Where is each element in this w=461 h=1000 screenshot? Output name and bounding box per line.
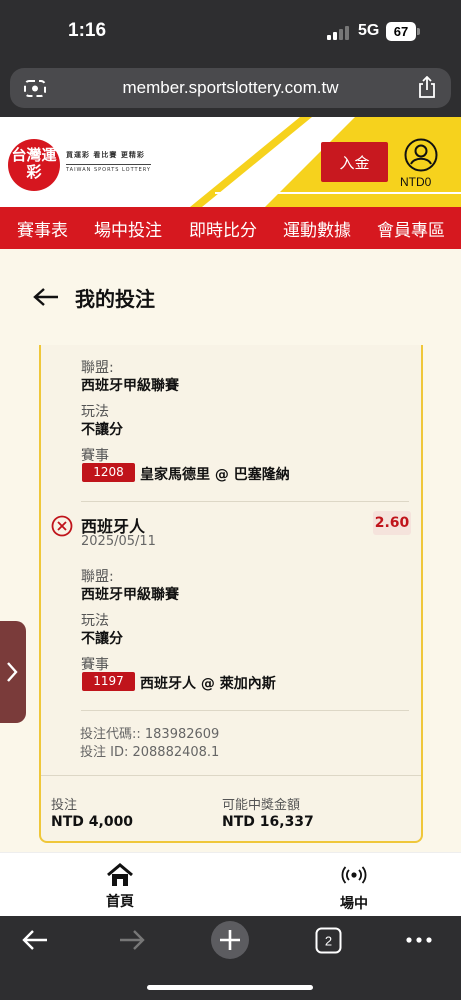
leg2-odds: 2.60 bbox=[373, 511, 411, 535]
leg2-date: 2025/05/11 bbox=[81, 534, 156, 549]
leg2-event: 西班牙人 @ 萊加內斯 bbox=[140, 676, 276, 692]
leg2-league: 西班牙甲級聯賽 bbox=[81, 587, 179, 603]
page-title: 我的投注 bbox=[75, 287, 155, 311]
leg1-market-label: 玩法 bbox=[81, 404, 109, 420]
bet-card: 聯盟: 西班牙甲級聯賽 玩法 不讓分 賽事 1208 皇家馬德里 @ 巴塞隆納 … bbox=[39, 345, 423, 843]
leg1-league: 西班牙甲級聯賽 bbox=[81, 378, 179, 394]
cellular-signal-icon bbox=[327, 26, 349, 40]
account-balance: NTD0 bbox=[400, 175, 432, 189]
tabs-count-icon[interactable]: 2 bbox=[315, 927, 342, 954]
nav-item-sports-data[interactable]: 運動數據 bbox=[283, 216, 351, 241]
leg2-league-label: 聯盟: bbox=[81, 569, 114, 585]
leg1-event: 皇家馬德里 @ 巴塞隆納 bbox=[140, 467, 290, 483]
bottom-nav-live[interactable]: 場中 bbox=[336, 865, 372, 913]
bottom-nav-live-label: 場中 bbox=[340, 896, 368, 912]
leg1-league-label: 聯盟: bbox=[81, 360, 114, 376]
leg1-event-label: 賽事 bbox=[81, 448, 109, 464]
nav-item-schedule[interactable]: 賽事表 bbox=[17, 216, 68, 241]
back-icon[interactable] bbox=[22, 929, 48, 951]
nav-item-live-betting[interactable]: 場中投注 bbox=[94, 216, 162, 241]
page-title-bar: 我的投注 bbox=[0, 249, 461, 345]
leg1-event-code-badge: 1208 bbox=[82, 463, 135, 482]
bet-code: 投注代碼:: 183982609 bbox=[80, 727, 220, 742]
home-indicator bbox=[147, 985, 313, 990]
battery-level: 67 bbox=[386, 22, 416, 41]
battery-icon bbox=[417, 28, 420, 35]
nav-item-live-scores[interactable]: 即時比分 bbox=[189, 216, 257, 241]
home-icon bbox=[107, 863, 133, 886]
leg2-event-label: 賽事 bbox=[81, 657, 109, 673]
leg2-market: 不讓分 bbox=[81, 631, 123, 647]
forward-icon[interactable] bbox=[119, 929, 145, 951]
deposit-button[interactable]: 入金 bbox=[321, 142, 388, 182]
site-logo[interactable]: 台灣運彩 bbox=[8, 139, 60, 191]
share-icon[interactable] bbox=[417, 76, 437, 98]
back-arrow-icon[interactable] bbox=[33, 287, 59, 307]
stake-amount: NTD 4,000 bbox=[51, 814, 134, 830]
live-broadcast-icon bbox=[341, 866, 367, 884]
leg2-event-code-badge: 1197 bbox=[82, 672, 135, 691]
bet-id: 投注 ID: 208882408.1 bbox=[80, 745, 220, 760]
nav-item-member-area[interactable]: 會員專區 bbox=[377, 216, 445, 241]
status-bar: 1:16 5G 67 bbox=[0, 0, 461, 62]
site-header: 台灣運彩 買運彩 看比賽 更精彩 TAIWAN SPORTS LOTTERY 入… bbox=[0, 117, 461, 207]
network-type: 5G bbox=[358, 22, 380, 39]
footer-divider bbox=[41, 775, 421, 776]
new-tab-icon[interactable] bbox=[210, 920, 250, 960]
logo-wordmark: 買運彩 看比賽 更精彩 TAIWAN SPORTS LOTTERY bbox=[66, 151, 151, 173]
main-nav: 賽事表 場中投注 即時比分 運動數據 會員專區 bbox=[0, 207, 461, 249]
browser-address-area: member.sportslottery.com.tw bbox=[0, 62, 461, 117]
user-account-icon[interactable] bbox=[404, 138, 438, 172]
payout-amount: NTD 16,337 bbox=[222, 814, 314, 830]
leg-divider bbox=[81, 501, 409, 502]
payout-label: 可能中獎金額 bbox=[222, 798, 301, 813]
codes-divider bbox=[81, 710, 409, 711]
leg1-market: 不讓分 bbox=[81, 422, 123, 438]
svg-text:2: 2 bbox=[325, 934, 332, 949]
address-bar[interactable]: member.sportslottery.com.tw bbox=[10, 68, 451, 108]
bottom-app-nav: 首頁 場中 bbox=[0, 852, 461, 916]
more-menu-icon[interactable] bbox=[406, 936, 432, 944]
stake-label: 投注 bbox=[51, 798, 78, 813]
side-drawer-tab[interactable] bbox=[0, 621, 26, 723]
bottom-nav-home[interactable]: 首頁 bbox=[102, 863, 138, 911]
chevron-right-icon bbox=[7, 662, 18, 682]
status-time: 1:16 bbox=[68, 20, 107, 41]
bottom-nav-home-label: 首頁 bbox=[106, 894, 134, 910]
url-text[interactable]: member.sportslottery.com.tw bbox=[10, 78, 451, 98]
lost-x-icon bbox=[51, 515, 73, 537]
leg2-market-label: 玩法 bbox=[81, 613, 109, 629]
